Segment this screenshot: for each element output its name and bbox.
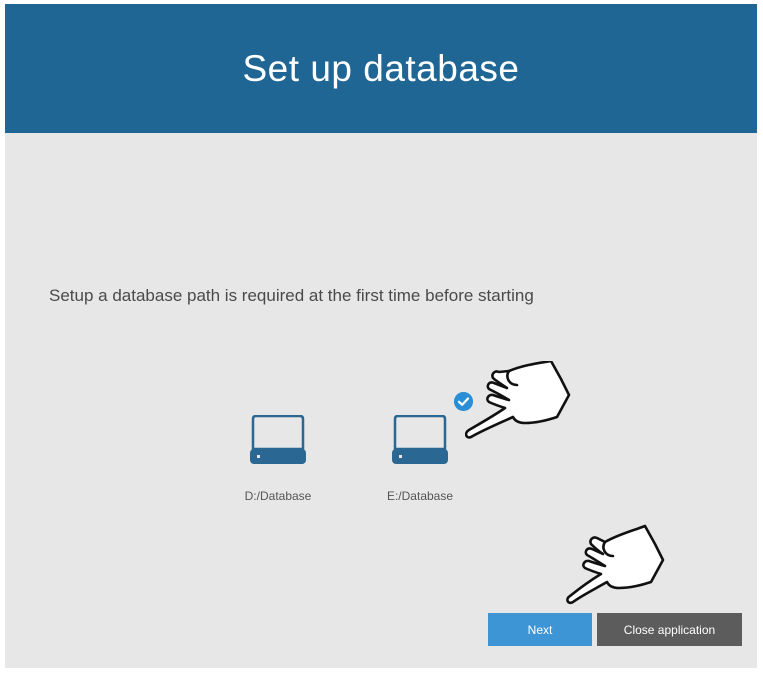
drive-option-d[interactable]: D:/Database	[223, 407, 333, 517]
pointing-hand-icon	[465, 361, 571, 439]
drive-option-e[interactable]: E:/Database	[365, 407, 475, 517]
page-frame: Set up database Setup a database path is…	[0, 0, 763, 675]
setup-dialog: Set up database Setup a database path is…	[5, 4, 757, 668]
drive-icon	[250, 415, 306, 464]
close-application-button[interactable]: Close application	[597, 613, 742, 646]
dialog-header: Set up database	[5, 4, 757, 133]
drive-label: E:/Database	[386, 489, 454, 503]
instruction-text: Setup a database path is required at the…	[49, 286, 534, 305]
drive-label: D:/Database	[244, 489, 312, 503]
drive-icon	[392, 415, 448, 464]
next-button[interactable]: Next	[488, 613, 592, 646]
dialog-title: Set up database	[242, 47, 520, 89]
pointing-hand-icon	[566, 524, 665, 605]
